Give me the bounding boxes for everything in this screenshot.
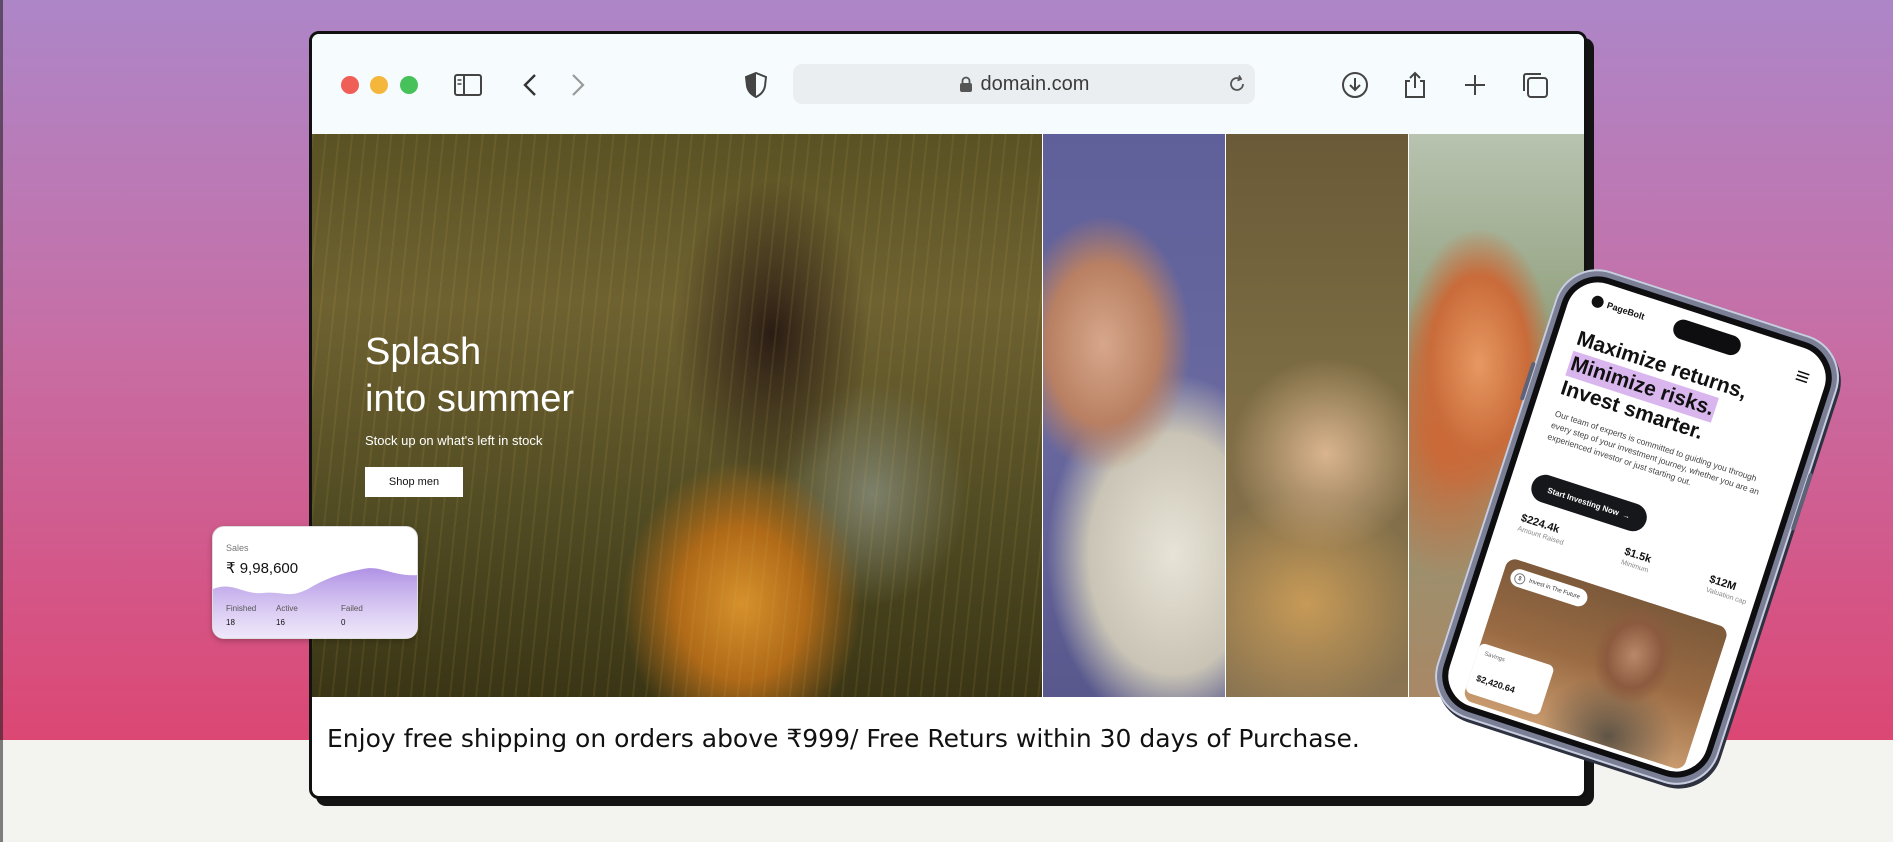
minimize-window-button[interactable] <box>370 76 388 94</box>
sales-value: ₹ 9,98,600 <box>226 560 299 577</box>
hero-title: Splash into summer <box>365 329 625 423</box>
hero-title-line2: into summer <box>365 378 575 420</box>
dynamic-island <box>1670 317 1744 358</box>
shipping-banner: Enjoy free shipping on orders above ₹999… <box>327 724 1360 753</box>
stat-label: Finished <box>226 604 257 613</box>
savings-label: Savings <box>1483 651 1506 664</box>
hero-section: Splash into summer Stock up on what's le… <box>312 134 1584 697</box>
cta-label: Start Investing Now <box>1546 485 1621 517</box>
browser-window: domain.com Splash into summer Stock up o… <box>309 31 1587 799</box>
stat-value: 0 <box>341 618 346 627</box>
tabs-overview-icon[interactable] <box>1519 69 1551 101</box>
download-icon[interactable] <box>1339 69 1371 101</box>
zoom-window-button[interactable] <box>400 76 418 94</box>
sales-card: Sales ₹ 9,98,600 Finished 18 Active 16 F… <box>212 526 418 639</box>
sales-label: Sales <box>226 543 249 553</box>
bolt-logo-icon <box>1590 294 1606 310</box>
stat-minimum: $1.5k Minimum <box>1620 546 1653 575</box>
stat-label: Active <box>276 604 298 613</box>
stat-valuation-cap: $12M Valuation cap <box>1705 573 1751 606</box>
hero-image-man-reclining <box>1043 134 1225 697</box>
phone-brand-logo[interactable]: PageBolt <box>1590 294 1646 322</box>
stat-label: Failed <box>341 604 363 613</box>
savings-value: $2,420.64 <box>1475 673 1517 695</box>
browser-toolbar: domain.com <box>312 34 1584 134</box>
sales-stat-active: Active 16 <box>276 604 298 627</box>
hamburger-menu-icon[interactable] <box>1794 365 1811 387</box>
dollar-coin-icon: $ <box>1512 571 1527 586</box>
sidebar-icon[interactable] <box>452 69 484 101</box>
reload-icon[interactable] <box>1227 74 1247 98</box>
hero-title-line1: Splash <box>365 331 482 373</box>
left-edge-rule <box>0 0 3 842</box>
url-text: domain.com <box>980 72 1090 95</box>
savings-card: Savings $2,420.64 <box>1464 642 1555 716</box>
sales-stat-finished: Finished 18 <box>226 604 256 627</box>
hero-text-block: Splash into summer Stock up on what's le… <box>365 329 625 448</box>
close-window-button[interactable] <box>341 76 359 94</box>
arrow-right-icon: → <box>1621 509 1632 521</box>
new-tab-icon[interactable] <box>1459 69 1491 101</box>
stat-amount-raised: $224.4k Amount Raised <box>1517 512 1569 547</box>
hero-subtitle: Stock up on what's left in stock <box>365 433 543 448</box>
invest-future-chip: $ Invest in The Future <box>1508 566 1590 609</box>
brand-name: PageBolt <box>1605 300 1646 322</box>
address-bar[interactable]: domain.com <box>793 64 1255 104</box>
lock-icon <box>959 76 973 93</box>
shop-men-button[interactable]: Shop men <box>365 467 463 497</box>
stat-value: 18 <box>226 618 235 627</box>
back-icon[interactable] <box>514 69 546 101</box>
hero-image-picnic <box>1226 134 1408 697</box>
forward-icon[interactable] <box>562 69 594 101</box>
share-icon[interactable] <box>1399 69 1431 101</box>
chip-label: Invest in The Future <box>1528 578 1581 601</box>
stat-value: 16 <box>276 618 285 627</box>
sales-stat-failed: Failed 0 <box>341 604 363 627</box>
shield-icon[interactable] <box>740 69 772 101</box>
